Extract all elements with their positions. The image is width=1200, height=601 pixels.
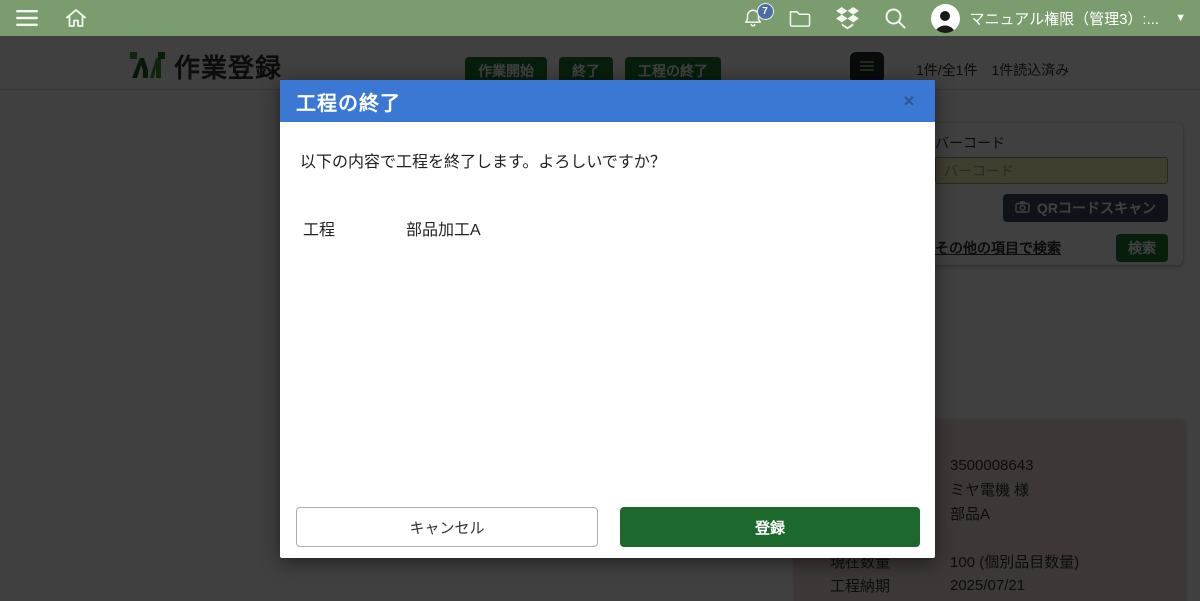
finish-process-modal: 工程の終了 × 以下の内容で工程を終了します。よろしいですか？ 工程 部品加工A… — [280, 80, 935, 558]
modal-footer: キャンセル 登録 — [296, 507, 920, 547]
process-field-label: 工程 — [303, 216, 406, 240]
process-field-row: 工程 部品加工A — [300, 216, 915, 240]
confirmation-message: 以下の内容で工程を終了します。よろしいですか？ — [300, 148, 915, 172]
hamburger-menu-icon[interactable] — [16, 10, 38, 26]
notifications-bell-icon[interactable]: 7 — [742, 7, 764, 30]
close-icon[interactable]: × — [897, 89, 921, 113]
modal-body: 以下の内容で工程を終了します。よろしいですか？ 工程 部品加工A — [280, 122, 935, 240]
search-icon[interactable] — [883, 6, 907, 30]
user-label: マニュアル権限（管理3）:... — [970, 8, 1160, 29]
cancel-button[interactable]: キャンセル — [296, 507, 598, 547]
avatar — [931, 4, 960, 33]
home-icon[interactable] — [64, 6, 88, 30]
top-navbar: 7 — [0, 0, 1200, 36]
modal-title: 工程の終了 — [296, 87, 401, 116]
register-button[interactable]: 登録 — [620, 507, 920, 547]
chevron-down-icon: ▼ — [1175, 12, 1186, 24]
notification-count-badge: 7 — [757, 3, 774, 20]
process-field-value: 部品加工A — [406, 216, 481, 240]
folder-icon[interactable] — [788, 8, 812, 29]
modal-header: 工程の終了 × — [280, 80, 935, 122]
dropbox-icon[interactable] — [836, 7, 859, 30]
user-account-menu[interactable]: マニュアル権限（管理3）:... ▼ — [931, 4, 1186, 33]
